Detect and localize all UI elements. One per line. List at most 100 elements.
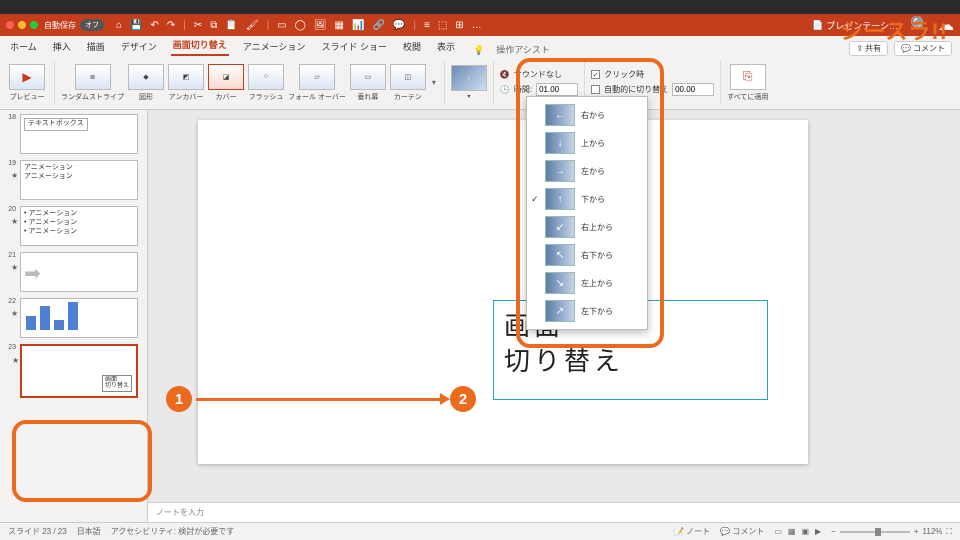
tab-design[interactable]: デザイン xyxy=(119,37,159,56)
slide-thumb-selected[interactable]: 23 ★ 画面 切り替え xyxy=(4,344,143,398)
arrow-diag-icon: ↗ xyxy=(545,300,575,322)
language[interactable]: 日本語 xyxy=(77,526,101,537)
slide[interactable]: 画面 切り替え xyxy=(198,120,808,464)
status-bar: スライド 23 / 23 日本語 アクセシビリティ: 検討が必要です 📝 ノート… xyxy=(0,522,960,540)
effect-option-topright[interactable]: ↙右上から xyxy=(527,213,647,241)
transition-flash[interactable]: ○フラッシュ xyxy=(248,64,284,102)
textbox-icon[interactable]: ▭ xyxy=(277,20,286,31)
tab-insert[interactable]: 挿入 xyxy=(51,37,73,56)
redo-icon[interactable]: ↷ xyxy=(167,20,175,31)
tab-view[interactable]: 表示 xyxy=(435,37,457,56)
arrange-icon[interactable]: ⬚ xyxy=(438,20,447,31)
fit-icon[interactable]: ⛶ xyxy=(946,527,952,537)
zoom-in-icon[interactable]: + xyxy=(914,527,919,536)
more-icon[interactable]: … xyxy=(472,20,482,31)
transition-cover[interactable]: ◪カバー xyxy=(208,64,244,102)
slideshow-view-icon[interactable]: ▶ xyxy=(815,527,821,536)
save-icon[interactable]: 💾 xyxy=(130,20,142,31)
maximize-icon[interactable] xyxy=(30,21,38,29)
transition-fallover[interactable]: ▱フォール オーバー xyxy=(288,64,346,102)
picture-icon[interactable]: 🖼 xyxy=(314,20,327,31)
effect-options-menu[interactable]: ←右から ↓上から →左から ✓↑下から ↙右上から ↖右下から ↘左上から ↗… xyxy=(526,96,648,330)
auto-advance-input[interactable] xyxy=(672,83,714,96)
notes-button[interactable]: 📝 ノート xyxy=(674,526,710,537)
slide-thumb[interactable]: 21 ★ ➡ xyxy=(4,252,143,292)
tab-transitions[interactable]: 画面切り替え xyxy=(171,35,229,56)
effect-options-button[interactable]: ↑ ▾ xyxy=(451,65,487,100)
view-switcher[interactable]: ▭ ▦ ▣ ▶ xyxy=(774,527,821,536)
doc-icon: 📄 xyxy=(812,20,823,31)
undo-icon[interactable]: ↶ xyxy=(151,20,159,31)
sound-icon: 🔇 xyxy=(500,70,510,79)
slide-thumb[interactable]: 19 ★ アニメーション アニメーション xyxy=(4,160,143,200)
effect-option-left[interactable]: →左から xyxy=(527,157,647,185)
zoom-out-icon[interactable]: − xyxy=(831,527,836,536)
close-icon[interactable] xyxy=(6,21,14,29)
zoom-control[interactable]: − + 112% ⛶ xyxy=(831,527,952,537)
effect-option-right[interactable]: ←右から xyxy=(527,101,647,129)
arrow-diag-icon: ↖ xyxy=(545,244,575,266)
link-icon[interactable]: 🔗 xyxy=(372,20,384,31)
normal-view-icon[interactable]: ▭ xyxy=(774,527,782,536)
arrow-icon: ➡ xyxy=(24,256,134,287)
transition-drape[interactable]: ▭垂れ幕 xyxy=(350,64,386,102)
table-icon[interactable]: ▦ xyxy=(335,20,344,31)
check-icon: ✓ xyxy=(531,194,539,205)
auto-advance-checkbox[interactable] xyxy=(591,85,600,94)
divider xyxy=(444,61,445,105)
quick-access-toolbar[interactable]: ⌂ 💾 ↶ ↷ | ✂ ⧉ 📋 🖌 | ▭ ◯ 🖼 ▦ 📊 🔗 💬 | ≡ ⬚ … xyxy=(116,20,482,31)
transition-shapes[interactable]: ◆図形 xyxy=(128,64,164,102)
transition-randomstripes[interactable]: ≣ランダムストライプ xyxy=(61,64,124,102)
effect-option-top[interactable]: ↓上から xyxy=(527,129,647,157)
tab-slideshow[interactable]: スライド ショー xyxy=(319,37,389,56)
effect-option-bottomright[interactable]: ↖右下から xyxy=(527,241,647,269)
align-icon[interactable]: ≡ xyxy=(424,20,430,31)
tab-home[interactable]: ホーム xyxy=(8,37,39,56)
slide-position: スライド 23 / 23 xyxy=(8,526,67,537)
reading-view-icon[interactable]: ▣ xyxy=(801,527,809,536)
tell-me[interactable]: 操作アシスト xyxy=(496,43,550,56)
sorter-view-icon[interactable]: ▦ xyxy=(788,527,796,536)
zoom-slider[interactable] xyxy=(840,531,910,533)
group-icon[interactable]: ⊞ xyxy=(455,20,463,31)
slide-thumb[interactable]: 18 テキストボックス xyxy=(4,114,143,154)
shapes-icon[interactable]: ◯ xyxy=(295,20,306,31)
auto-advance-label: 自動的に切り替え xyxy=(604,84,668,95)
slide-thumb[interactable]: 20 ★ • アニメーション • アニメーション • アニメーション xyxy=(4,206,143,246)
slide-thumb[interactable]: 22 ★ xyxy=(4,298,143,338)
effect-option-bottomleft[interactable]: ↗左下から xyxy=(527,297,647,325)
effect-option-topleft[interactable]: ↘左上から xyxy=(527,269,647,297)
annotation-badge-1: 1 xyxy=(166,386,192,412)
accessibility-status[interactable]: アクセシビリティ: 検討が必要です xyxy=(111,526,235,537)
comments-button[interactable]: 💬 コメント xyxy=(720,526,764,537)
preview-button[interactable]: ▶ プレビュー xyxy=(9,64,45,102)
apply-all-button[interactable]: ⎘ すべてに適用 xyxy=(727,64,768,102)
slide-thumbnails-panel[interactable]: 18 テキストボックス 19 ★ アニメーション アニメーション 20 ★ • … xyxy=(0,110,148,522)
autosave-toggle[interactable]: 自動保存 オフ xyxy=(44,19,104,31)
tell-me-icon[interactable]: 💡 xyxy=(473,45,484,56)
tab-review[interactable]: 校閲 xyxy=(401,37,423,56)
chart-icon[interactable]: 📊 xyxy=(352,20,364,31)
window-controls[interactable] xyxy=(6,21,38,29)
effect-option-bottom[interactable]: ✓↑下から xyxy=(527,185,647,213)
duration-input[interactable] xyxy=(536,83,578,96)
minimize-icon[interactable] xyxy=(18,21,26,29)
transition-curtain[interactable]: ◫カーテン xyxy=(390,64,426,102)
arrow-diag-icon: ↙ xyxy=(545,216,575,238)
paste-icon[interactable]: 📋 xyxy=(225,20,237,31)
tab-draw[interactable]: 描画 xyxy=(85,37,107,56)
home-icon[interactable]: ⌂ xyxy=(116,20,122,31)
sound-label[interactable]: サウンドなし xyxy=(514,69,562,80)
transition-uncover[interactable]: ◩アンカバー xyxy=(168,64,204,102)
zoom-value[interactable]: 112% xyxy=(923,527,943,536)
notes-pane[interactable]: ノートを入力 xyxy=(148,502,960,522)
tab-animations[interactable]: アニメーション xyxy=(241,37,308,56)
copy-icon[interactable]: ⧉ xyxy=(210,20,217,31)
gallery-more-icon[interactable]: ▾ xyxy=(430,76,438,89)
on-click-checkbox[interactable]: ✓ xyxy=(591,70,600,79)
cut-icon[interactable]: ✂ xyxy=(194,20,202,31)
format-painter-icon[interactable]: 🖌 xyxy=(246,20,259,31)
comment-icon[interactable]: 💬 xyxy=(393,20,405,31)
duration-label: 時間: xyxy=(514,84,532,95)
workspace: 18 テキストボックス 19 ★ アニメーション アニメーション 20 ★ • … xyxy=(0,110,960,522)
